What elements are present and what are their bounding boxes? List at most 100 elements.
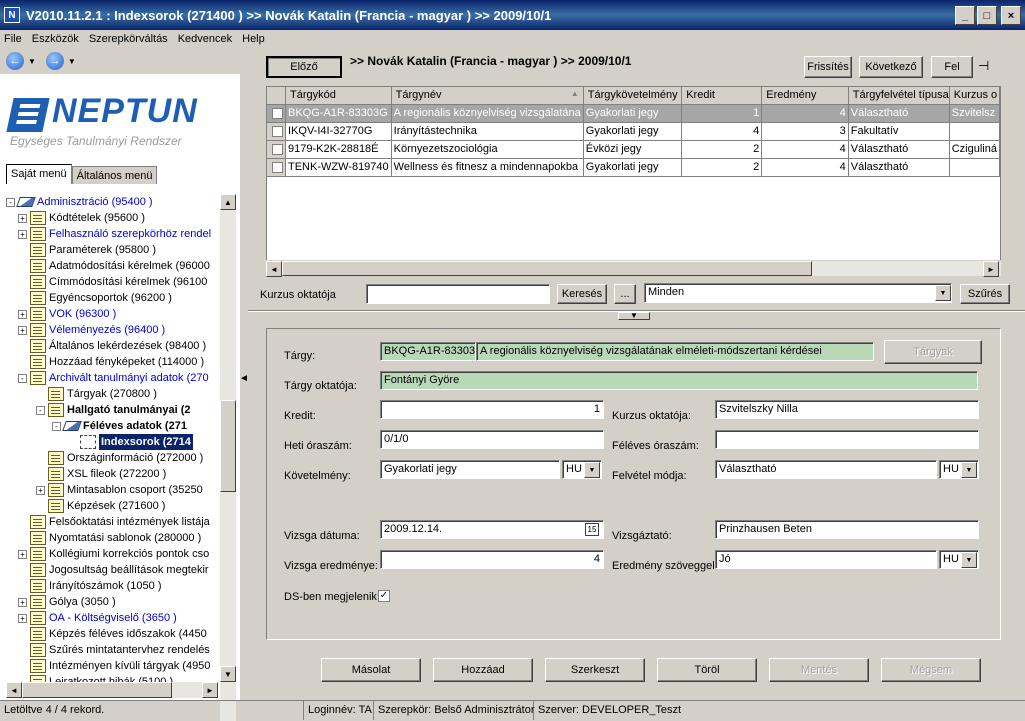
ds-checkbox[interactable]: ✓ [378, 590, 390, 602]
scope-select[interactable]: Minden [644, 283, 952, 303]
col-header-targyfelvetel[interactable]: Tárgyfelvétel típusa [848, 87, 950, 105]
row-checkbox[interactable] [272, 125, 283, 137]
enroll-lang-dropdown-icon[interactable]: ▼ [961, 462, 977, 478]
forward-dropdown-icon[interactable]: ▼ [68, 57, 76, 66]
scroll-right-icon[interactable]: ► [202, 682, 218, 698]
tree-item[interactable]: + Véleményezés (96400 ) [18, 322, 165, 338]
up-button[interactable]: Fel [931, 56, 973, 78]
hscroll-thumb[interactable] [22, 682, 172, 698]
tree-horizontal-scrollbar[interactable]: ◄ ► [6, 682, 218, 698]
prev-button[interactable]: Előző [266, 56, 342, 78]
tree-item[interactable]: Felsőoktatási intézmények listája [18, 514, 210, 530]
tree-item[interactable]: Általános lekérdezések (98400 ) [18, 338, 206, 354]
collapse-left-icon[interactable]: ◄ [239, 366, 249, 390]
cancel-button[interactable]: Mégsem [881, 658, 981, 682]
collapse-icon[interactable]: - [6, 197, 15, 207]
tree-item[interactable]: Nyomtatási sablonok (280000 ) [18, 530, 201, 546]
row-indicator[interactable] [267, 230, 286, 248]
col-header-kredit[interactable]: Kredit [681, 87, 763, 105]
forward-arrow-icon[interactable]: → [45, 52, 64, 70]
row-indicator[interactable] [267, 122, 286, 141]
col-header-targykod[interactable]: Tárgykód [285, 87, 392, 105]
row-indicator[interactable] [267, 194, 286, 212]
close-button[interactable]: × [1001, 6, 1021, 25]
tree-item[interactable]: Hozzáad fényképeket (114000 ) [18, 354, 204, 370]
row-indicator[interactable] [267, 140, 286, 159]
exam-date-field[interactable]: 2009.12.14. [380, 520, 604, 539]
delete-button[interactable]: Töröl [657, 658, 757, 682]
table-row[interactable]: 9179-K2K-28818É Környezetszociológia Évköz… [267, 140, 1000, 159]
exam-result-field[interactable]: 4 [380, 550, 604, 569]
collapse-down-icon[interactable]: ▼ [618, 312, 650, 320]
add-button[interactable]: Hozzáad [433, 658, 533, 682]
expand-icon[interactable]: + [18, 549, 27, 559]
requirement-lang-dropdown-icon[interactable]: ▼ [584, 462, 600, 478]
tree-item[interactable]: Országinformáció (272000 ) [36, 450, 203, 466]
tree-item[interactable]: + Kollégiumi korrekciós pontok cso [18, 546, 209, 562]
row-indicator[interactable] [267, 104, 286, 123]
table-row[interactable] [267, 176, 1000, 194]
grid-scroll-left-icon[interactable]: ◄ [266, 261, 282, 277]
expand-icon[interactable]: + [18, 325, 27, 335]
tree-item[interactable]: + OA - Költségviselő (3650 ) [18, 610, 177, 626]
tree-item[interactable]: Képzések (271600 ) [36, 498, 165, 514]
tree-item[interactable]: + Mintasablon csoport (35250 [36, 482, 203, 498]
tab-altalanos-menu[interactable]: Általános menü [71, 166, 158, 184]
table-row[interactable]: BKQG-A1R-83303G A regionális köznyelviség… [267, 104, 1000, 123]
requirement-field[interactable]: Gyakorlati jegy [380, 460, 560, 479]
scroll-left-icon[interactable]: ◄ [6, 682, 22, 698]
next-button[interactable]: Következő [859, 56, 923, 78]
menu-eszkozok[interactable]: Eszközök [32, 33, 79, 45]
tab-sajat-menu[interactable]: Saját menü [6, 164, 72, 184]
table-row[interactable]: IKQV-I4I-32770G Irányítástechnika Gyakorla… [267, 122, 1000, 141]
row-checkbox[interactable] [272, 143, 283, 155]
minimize-button[interactable]: _ [955, 6, 975, 25]
tree-item[interactable]: Intézményen kívüli tárgyak (4950 [18, 658, 210, 674]
table-row[interactable] [267, 230, 1000, 248]
tree-item[interactable]: + Gólya (3050 ) [18, 594, 116, 610]
tree-item[interactable]: Tárgyak (270800 ) [36, 386, 157, 402]
menu-help[interactable]: Help [242, 33, 265, 45]
scope-dropdown-icon[interactable]: ▼ [935, 285, 951, 301]
scroll-down-icon[interactable]: ▼ [220, 666, 236, 682]
row-indicator[interactable] [267, 158, 286, 177]
tree-item[interactable]: Képzés féléves időszakok (4450 [18, 626, 207, 642]
expand-icon[interactable]: + [36, 485, 45, 495]
tree-item[interactable]: Címmódosítási kérelmek (96100 [18, 274, 207, 290]
weekly-hours-field[interactable]: 0/1/0 [380, 430, 604, 449]
search-button[interactable]: Keresés [557, 284, 607, 304]
collapse-icon[interactable]: - [52, 421, 61, 431]
tree-item[interactable]: Szűrés mintatantervhez rendelés [18, 642, 210, 658]
result-lang-dropdown-icon[interactable]: ▼ [961, 552, 977, 568]
save-button[interactable]: Mentés [769, 658, 869, 682]
expand-icon[interactable]: + [18, 213, 27, 223]
col-header-eredmeny[interactable]: Eredmény [761, 87, 849, 105]
grid-hscroll-thumb[interactable] [282, 261, 812, 276]
tree-item[interactable]: Egyéncsoportok (96200 ) [18, 290, 172, 306]
tree-item[interactable]: Irányítószámok (1050 ) [18, 578, 162, 594]
expand-icon[interactable]: + [18, 613, 27, 623]
tree-item[interactable]: + Kódtételek (95600 ) [18, 210, 145, 226]
table-row[interactable] [267, 212, 1000, 230]
tree-item[interactable]: + VOK (96300 ) [18, 306, 116, 322]
examiner-field[interactable]: Prinzhausen Beten [715, 520, 979, 539]
tree-item[interactable]: - Féléves adatok (271 [52, 418, 187, 434]
tree-vertical-scrollbar[interactable]: ▲ ▼ [220, 194, 236, 721]
enroll-field[interactable]: Választható [715, 460, 937, 479]
collapse-icon[interactable]: - [18, 373, 27, 383]
panel-splitter[interactable]: ◄ [239, 48, 249, 700]
table-row[interactable] [267, 194, 1000, 212]
expand-icon[interactable]: + [18, 229, 27, 239]
row-checkbox[interactable] [272, 107, 283, 119]
tree-item[interactable]: Jogosultság beállítások megtekir [18, 562, 209, 578]
row-indicator[interactable] [267, 212, 286, 230]
tree-item[interactable]: Adatmódosítási kérelmek (96000 [18, 258, 210, 274]
credit-field[interactable]: 1 [380, 400, 604, 419]
scroll-thumb[interactable] [220, 400, 236, 492]
tree-item[interactable]: + Felhasználó szerepkörhöz rendel [18, 226, 211, 242]
tree-item[interactable]: Leiratkozott hibák (5100 ) [18, 674, 173, 682]
scroll-up-icon[interactable]: ▲ [220, 194, 236, 210]
tree-item[interactable]: Indexsorok (2714 [68, 434, 193, 450]
menu-file[interactable]: File [4, 33, 22, 45]
tree-item[interactable]: XSL fileok (272200 ) [36, 466, 166, 482]
